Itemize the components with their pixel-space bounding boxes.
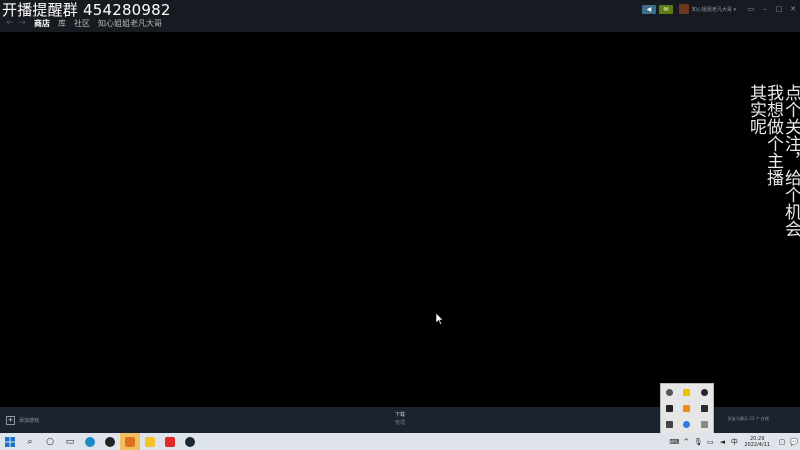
close-icon[interactable]: ✕ [786, 5, 800, 13]
downloads-button[interactable]: 下载 管理 [388, 411, 412, 426]
nav-community[interactable]: 社区 [74, 18, 90, 29]
friends-chat-button[interactable]: 好友与聊天 23 个 在线 [728, 416, 769, 422]
usb-icon[interactable] [700, 421, 708, 429]
nav-profile[interactable]: 知心姐姐老凡大哥 [98, 18, 162, 29]
overlay-text-actually: 其实呢 [746, 84, 766, 135]
steam-tray-icon[interactable] [700, 388, 708, 396]
task-view-icon[interactable]: ▭ [60, 433, 80, 450]
ime-icon[interactable]: 中 [729, 437, 739, 447]
system-tray: ⌨ ^ 🎙 ▭ ◄ 中 20:29 2022/4/11 ▢ 💬 [668, 433, 800, 450]
add-game-button[interactable]: + 添加游戏 [6, 416, 39, 425]
downloads-sublabel: 管理 [394, 420, 405, 426]
keyboard-icon[interactable]: ⌨ [669, 438, 679, 446]
network-icon[interactable]: ▭ [705, 438, 715, 446]
nav-store[interactable]: 商店 [34, 18, 50, 29]
overlay-text-streamer: 我想做个主播 [763, 84, 783, 186]
broadcast-icon: ◀ [646, 5, 652, 13]
file-explorer-icon[interactable] [140, 433, 160, 450]
windows-taskbar: ⌕ ○ ▭ ⌨ ^ 🎙 ▭ ◄ 中 20:29 2022/4/11 ▢ 💬 [0, 433, 800, 450]
chevron-up-icon[interactable]: ^ [681, 438, 691, 446]
clock-date: 2022/4/11 [744, 441, 770, 448]
overlay-text-follow: 点个关注，给个机会 [781, 84, 800, 237]
account-name: 知心姐姐老凡大哥 [691, 6, 732, 13]
forward-arrow-icon[interactable]: → [16, 18, 28, 28]
dark-tray-icon[interactable] [666, 421, 674, 429]
notification-icon[interactable]: ▢ [777, 438, 787, 446]
volume-icon[interactable]: ◄ [717, 438, 727, 446]
bluetooth-icon[interactable] [683, 421, 691, 429]
nvidia-icon[interactable] [700, 404, 708, 412]
windows-logo-icon [5, 436, 15, 447]
mouse-cursor-icon [436, 313, 444, 325]
microphone-icon[interactable]: 🎙 [693, 438, 703, 446]
steam-header: 开播提醒群 454280982 ← → 商店 库 社区 知心姐姐老凡大哥 ◀ ✉… [0, 0, 800, 32]
back-arrow-icon[interactable]: ← [4, 18, 16, 28]
minimize-icon[interactable]: – [758, 5, 772, 13]
start-button[interactable] [0, 433, 20, 450]
qq-icon[interactable] [683, 388, 691, 396]
obs-taskbar-icon[interactable] [100, 433, 120, 450]
red-app-icon[interactable] [160, 433, 180, 450]
app-taskbar-icon[interactable] [120, 433, 140, 450]
search-icon[interactable]: ⌕ [20, 433, 40, 450]
tray-overflow-popup [660, 383, 714, 434]
envelope-icon: ✉ [663, 5, 669, 13]
account-caret: ▾ [733, 6, 736, 13]
friends-button[interactable]: ✉ [658, 4, 673, 14]
downloads-label: 下载 [394, 412, 405, 418]
obs-icon[interactable] [666, 388, 674, 396]
nav-library[interactable]: 库 [58, 18, 66, 29]
cortana-icon[interactable]: ○ [40, 433, 60, 450]
plus-icon: + [6, 416, 15, 425]
avatar[interactable] [678, 4, 689, 14]
app-tray-icon[interactable] [666, 404, 674, 412]
clock[interactable]: 20:29 2022/4/11 [744, 436, 770, 448]
action-center-icon[interactable]: 💬 [789, 438, 799, 446]
add-game-label: 添加游戏 [19, 418, 40, 424]
window-controls: ◀ ✉ 知心姐姐老凡大哥 ▾ ▭ – □ ✕ [641, 2, 800, 16]
edge-icon[interactable] [80, 433, 100, 450]
broadcast-button[interactable]: ◀ [641, 4, 656, 14]
maximize-icon[interactable]: □ [772, 5, 786, 13]
steam-taskbar-icon[interactable] [180, 433, 200, 450]
steam-nav: ← → 商店 库 社区 知心姐姐老凡大哥 [4, 16, 162, 30]
account-menu[interactable]: 知心姐姐老凡大哥 ▾ [692, 6, 736, 13]
screen-icon[interactable]: ▭ [744, 5, 758, 13]
orange-tray-icon[interactable] [683, 404, 691, 412]
